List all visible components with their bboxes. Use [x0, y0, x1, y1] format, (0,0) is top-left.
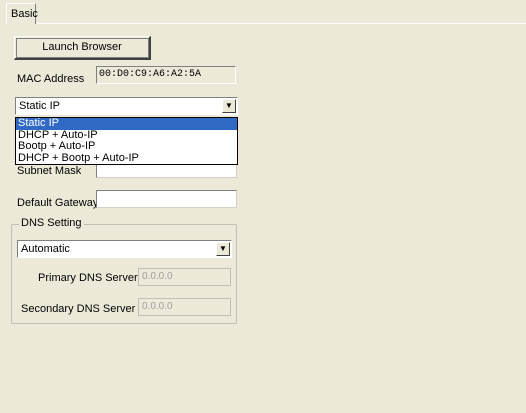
- ip-mode-option[interactable]: DHCP + Bootp + Auto-IP: [16, 152, 237, 165]
- mac-address-value: 00:D0:C9:A6:A2:5A: [96, 66, 236, 84]
- ip-mode-option[interactable]: Static IP: [16, 118, 237, 130]
- dns-mode-selected: Automatic: [21, 243, 70, 255]
- secondary-dns-input: 0.0.0.0: [138, 298, 231, 316]
- primary-dns-label: Primary DNS Server: [38, 272, 138, 284]
- tab-basic[interactable]: Basic: [6, 3, 38, 24]
- ip-mode-dropdown: Static IP DHCP + Auto-IP Bootp + Auto-IP…: [15, 117, 238, 165]
- ip-mode-option[interactable]: Bootp + Auto-IP: [16, 141, 237, 153]
- default-gateway-input[interactable]: [96, 190, 237, 208]
- ip-mode-selected: Static IP: [19, 100, 60, 112]
- tab-divider: [37, 23, 526, 24]
- primary-dns-input: 0.0.0.0: [138, 268, 231, 286]
- dns-mode-select[interactable]: Automatic ▼: [17, 240, 232, 258]
- default-gateway-label: Default Gateway: [17, 197, 99, 209]
- dns-setting-title: DNS Setting: [19, 217, 84, 229]
- secondary-dns-label: Secondary DNS Server: [21, 303, 136, 315]
- launch-browser-button[interactable]: Launch Browser: [14, 36, 151, 60]
- chevron-down-icon[interactable]: ▼: [216, 242, 230, 256]
- subnet-mask-label: Subnet Mask: [17, 165, 82, 177]
- mac-address-label: MAC Address: [17, 73, 85, 85]
- ip-mode-select[interactable]: Static IP ▼: [15, 97, 238, 115]
- chevron-down-icon[interactable]: ▼: [222, 99, 236, 113]
